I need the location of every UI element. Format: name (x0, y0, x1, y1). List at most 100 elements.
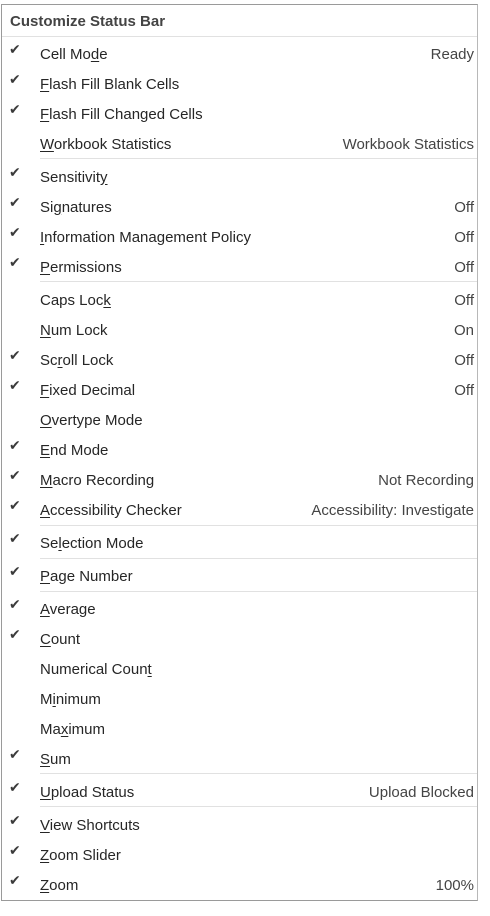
check-column: ✔ (2, 435, 36, 465)
menu-item-label: Zoom Slider (40, 846, 121, 864)
menu-item-label: Minimum (40, 690, 101, 708)
access-key: P (40, 567, 51, 585)
menu-item-value: Off (454, 258, 474, 276)
access-key: Z (40, 846, 50, 864)
menu-item-numerical-count[interactable]: Numerical Count (2, 654, 477, 684)
menu-item-label: Count (40, 630, 81, 648)
menu-item-label: Page Number (40, 567, 133, 585)
access-key: F (40, 381, 50, 399)
menu-item-macro-recording[interactable]: ✔ Macro Recording Not Recording (2, 465, 477, 495)
check-column (2, 285, 36, 315)
menu-item-average[interactable]: ✔ Average (2, 594, 477, 624)
menu-item-value: 100% (435, 876, 474, 894)
menu-item-selection-mode[interactable]: ✔ Selection Mode (2, 528, 477, 558)
check-column (2, 405, 36, 435)
menu-item-label: Flash Fill Changed Cells (40, 105, 203, 123)
checkmark-icon: ✔ (9, 468, 21, 484)
menu-item-value: Workbook Statistics (342, 135, 474, 153)
menu-item-sum[interactable]: ✔ Sum (2, 744, 477, 774)
check-column (2, 315, 36, 345)
checkmark-icon: ✔ (9, 780, 21, 796)
access-key: F (40, 105, 50, 123)
menu-item-label: Selection Mode (40, 534, 144, 552)
check-column (2, 129, 36, 159)
check-column: ✔ (2, 744, 36, 774)
menu-item-label: Permissions (40, 258, 122, 276)
menu-item-sensitivity[interactable]: ✔ Sensitivity (2, 162, 477, 192)
menu-item-caps-lock[interactable]: Caps Lock Off (2, 285, 477, 315)
menu-item-label: Fixed Decimal (40, 381, 136, 399)
check-column: ✔ (2, 345, 36, 375)
menu-item-label: Overtype Mode (40, 411, 143, 429)
menu-item-view-shortcuts[interactable]: ✔ View Shortcuts (2, 810, 477, 840)
menu-item-label: Flash Fill Blank Cells (40, 75, 180, 93)
menu-item-overtype-mode[interactable]: Overtype Mode (2, 405, 477, 435)
menu-item-permissions[interactable]: ✔ Permissions Off (2, 252, 477, 282)
menu-item-num-lock[interactable]: Num Lock On (2, 315, 477, 345)
check-column: ✔ (2, 840, 36, 870)
menu-item-label: Numerical Count (40, 660, 152, 678)
menu-separator (40, 525, 477, 526)
menu-item-label: End Mode (40, 441, 109, 459)
menu-separator (40, 806, 477, 807)
access-key: A (40, 600, 50, 618)
check-column: ✔ (2, 375, 36, 405)
menu-item-accessibility-checker[interactable]: ✔ Accessibility Checker Accessibility: Inv… (2, 495, 477, 525)
menu-item-value: Ready (430, 45, 474, 63)
menu-item-label: Signatures (40, 198, 112, 216)
checkmark-icon: ✔ (9, 195, 21, 211)
check-column (2, 714, 36, 744)
checkmark-icon: ✔ (9, 564, 21, 580)
access-key: g (53, 198, 62, 216)
menu-item-value: Off (454, 198, 474, 216)
menu-item-end-mode[interactable]: ✔ End Mode (2, 435, 477, 465)
menu-item-page-number[interactable]: ✔ Page Number (2, 561, 477, 591)
menu-item-label: Sum (40, 750, 71, 768)
menu-item-label: Maximum (40, 720, 106, 738)
checkmark-icon: ✔ (9, 597, 21, 613)
menu-item-zoom[interactable]: ✔ Zoom 100% (2, 870, 477, 900)
menu-item-minimum[interactable]: Minimum (2, 684, 477, 714)
menu-item-flash-fill-blank-cells[interactable]: ✔ Flash Fill Blank Cells (2, 69, 477, 99)
access-key: k (103, 291, 111, 309)
checkmark-icon: ✔ (9, 255, 21, 271)
access-key: S (40, 750, 51, 768)
menu-item-count[interactable]: ✔ Count (2, 624, 477, 654)
menu-item-cell-mode[interactable]: ✔ Cell Mode Ready (2, 39, 477, 69)
menu-item-upload-status[interactable]: ✔ Upload Status Upload Blocked (2, 777, 477, 807)
check-column (2, 684, 36, 714)
menu-item-flash-fill-changed-cells[interactable]: ✔ Flash Fill Changed Cells (2, 99, 477, 129)
access-key: U (40, 783, 51, 801)
menu-item-label: Zoom (40, 876, 79, 894)
menu-item-label: Average (40, 600, 96, 618)
menu-item-value: Off (454, 291, 474, 309)
check-column (2, 654, 36, 684)
menu-item-label: Information Management Policy (40, 228, 251, 246)
menu-item-signatures[interactable]: ✔ Signatures Off (2, 192, 477, 222)
checkmark-icon: ✔ (9, 813, 21, 829)
menu-item-label: View Shortcuts (40, 816, 140, 834)
menu-item-workbook-statistics[interactable]: Workbook Statistics Workbook Statistics (2, 129, 477, 159)
customize-status-bar-menu: Customize Status Bar ✔ Cell Mode Ready ✔ Fla… (1, 4, 478, 901)
checkmark-icon: ✔ (9, 873, 21, 889)
menu-item-information-management-policy[interactable]: ✔ Information Management Policy Off (2, 222, 477, 252)
check-column: ✔ (2, 594, 36, 624)
access-key: V (40, 816, 50, 834)
menu-item-label: Sensitivity (40, 168, 108, 186)
check-column: ✔ (2, 222, 36, 252)
menu-item-value: Off (454, 381, 474, 399)
access-key: y (100, 168, 108, 186)
checkmark-icon: ✔ (9, 378, 21, 394)
check-column: ✔ (2, 39, 36, 69)
checkmark-icon: ✔ (9, 165, 21, 181)
menu-item-label: Macro Recording (40, 471, 155, 489)
menu-separator (40, 281, 477, 282)
menu-item-fixed-decimal[interactable]: ✔ Fixed Decimal Off (2, 375, 477, 405)
menu-item-zoom-slider[interactable]: ✔ Zoom Slider (2, 840, 477, 870)
checkmark-icon: ✔ (9, 747, 21, 763)
menu-item-maximum[interactable]: Maximum (2, 714, 477, 744)
check-column: ✔ (2, 99, 36, 129)
checkmark-icon: ✔ (9, 627, 21, 643)
menu-item-scroll-lock[interactable]: ✔ Scroll Lock Off (2, 345, 477, 375)
checkmark-icon: ✔ (9, 72, 21, 88)
